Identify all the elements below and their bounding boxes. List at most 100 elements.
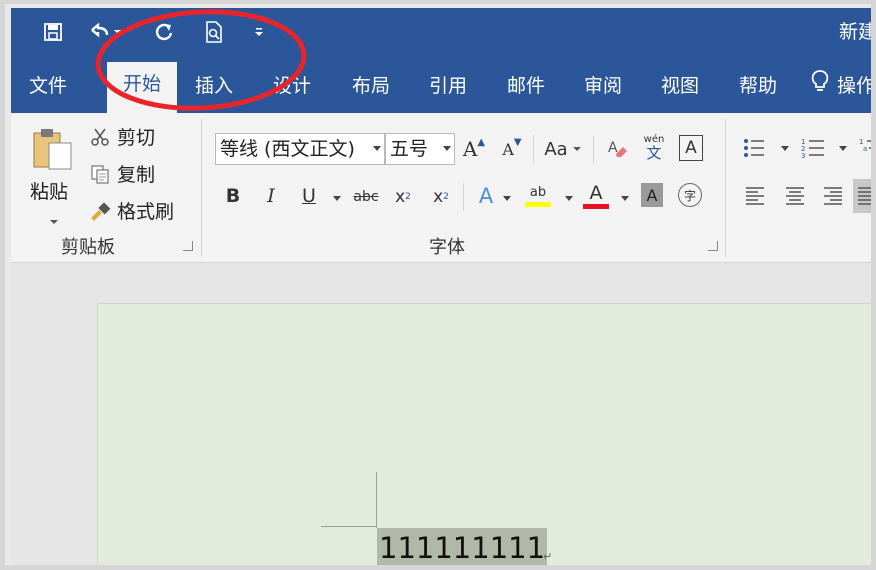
- tab-view[interactable]: 视图: [661, 68, 699, 113]
- selected-text[interactable]: 111111111: [377, 528, 548, 565]
- align-center-icon[interactable]: [785, 185, 805, 209]
- tab-layout[interactable]: 布局: [352, 68, 390, 113]
- text-effects-button[interactable]: A: [473, 181, 499, 211]
- underline-button[interactable]: U: [297, 181, 321, 211]
- document-page[interactable]: 111111111 ↵: [97, 303, 871, 565]
- font-divider: [533, 135, 534, 163]
- tab-review[interactable]: 审阅: [584, 68, 622, 113]
- tab-insert[interactable]: 插入: [195, 68, 233, 113]
- svg-text:a: a: [863, 145, 867, 153]
- numbering-icon[interactable]: 123: [801, 137, 825, 163]
- cut-button[interactable]: 剪切: [89, 123, 155, 150]
- format-painter-button[interactable]: 格式刷: [89, 197, 174, 224]
- font-name-combo[interactable]: 等线 (西文正文): [215, 133, 385, 165]
- clipboard-group-label: 剪贴板: [61, 237, 115, 258]
- character-border-icon: A: [685, 138, 697, 158]
- tab-references[interactable]: 引用: [429, 68, 467, 113]
- font-divider-3: [463, 183, 464, 211]
- subscript-x: x: [395, 187, 406, 207]
- ribbon-tabs: 文件 开始 插入 设计 布局 引用 邮件 审阅 视图 帮助 操作: [11, 58, 876, 113]
- paste-dropdown-icon[interactable]: [49, 211, 59, 230]
- tab-home[interactable]: 开始: [107, 62, 178, 113]
- save-icon[interactable]: [39, 18, 67, 46]
- paintbrush-icon: [89, 200, 111, 222]
- bullets-icon[interactable]: [743, 137, 765, 163]
- italic-button[interactable]: I: [259, 181, 283, 211]
- superscript-button[interactable]: x2: [429, 183, 453, 211]
- highlight-color-bar: [525, 201, 551, 207]
- font-color-bar: [583, 203, 609, 209]
- clipboard-launcher-icon[interactable]: [183, 241, 193, 251]
- justify-icon[interactable]: [853, 179, 871, 213]
- text-effects-dropdown-icon[interactable]: [503, 196, 511, 201]
- font-color-icon: A: [589, 181, 603, 204]
- numbering-dropdown-icon[interactable]: [839, 146, 847, 151]
- character-border-button[interactable]: A: [679, 135, 703, 161]
- tab-help[interactable]: 帮助: [739, 68, 777, 113]
- grow-font-button[interactable]: A ▲: [461, 135, 487, 163]
- font-launcher-icon[interactable]: [708, 241, 718, 251]
- shrink-font-icon: A: [502, 139, 514, 159]
- paste-button[interactable]: 粘贴: [30, 177, 68, 204]
- align-right-icon[interactable]: [823, 185, 843, 209]
- ribbon-home: 粘贴 剪切 复制 格式刷 剪贴板 等线 (西文正文) 五号 A ▲ A ▼ Aa…: [11, 113, 871, 263]
- font-divider-2: [593, 135, 594, 163]
- strikethrough-button[interactable]: abc: [351, 183, 381, 211]
- paste-icon[interactable]: [29, 125, 77, 171]
- word-window: 新建 文件 开始 插入 设计 布局 引用 邮件 审阅 视图 帮助 操作 粘贴 剪…: [0, 0, 876, 570]
- scissors-icon: [89, 126, 111, 148]
- tab-mailings[interactable]: 邮件: [507, 68, 545, 113]
- margin-corner-mark-horizontal: [321, 526, 377, 527]
- change-case-button[interactable]: Aa: [541, 135, 585, 163]
- lightbulb-icon: [811, 69, 829, 105]
- font-size-dropdown-icon[interactable]: [443, 146, 451, 151]
- font-name-value: 等线 (西文正文): [220, 138, 355, 160]
- format-painter-label: 格式刷: [117, 201, 175, 223]
- grow-font-icon: A: [462, 137, 478, 161]
- clear-formatting-icon[interactable]: A: [603, 133, 631, 163]
- margin-corner-mark-vertical: [376, 472, 377, 528]
- redo-icon[interactable]: [150, 18, 178, 46]
- font-size-combo[interactable]: 五号: [385, 133, 455, 165]
- group-divider: [201, 119, 202, 257]
- tab-design[interactable]: 设计: [273, 68, 311, 113]
- font-color-button[interactable]: A: [581, 179, 611, 211]
- multilevel-list-icon[interactable]: 1a: [859, 137, 871, 163]
- align-left-icon[interactable]: [745, 185, 765, 209]
- phonetic-guide-button[interactable]: wén 文: [639, 131, 669, 165]
- superscript-x: x: [433, 187, 444, 207]
- customize-qat-icon[interactable]: [249, 18, 269, 46]
- font-size-value: 五号: [390, 138, 429, 160]
- group-divider-2: [725, 119, 726, 257]
- underline-dropdown-icon[interactable]: [333, 196, 341, 201]
- font-color-dropdown-icon[interactable]: [621, 196, 629, 201]
- tell-me-label: 操作: [837, 75, 876, 97]
- undo-dropdown-icon[interactable]: [111, 18, 125, 46]
- copy-button[interactable]: 复制: [89, 160, 155, 187]
- character-shading-button[interactable]: A: [641, 183, 663, 207]
- font-name-dropdown-icon[interactable]: [373, 146, 381, 151]
- highlight-dropdown-icon[interactable]: [565, 196, 573, 201]
- highlight-icon: ab: [529, 184, 547, 200]
- change-case-icon: Aa: [544, 138, 568, 160]
- quick-access-toolbar: 新建: [11, 8, 871, 58]
- tell-me-box[interactable]: 操作: [811, 68, 876, 113]
- highlight-button[interactable]: ab: [523, 179, 553, 211]
- print-preview-icon[interactable]: [200, 18, 228, 46]
- subscript-button[interactable]: x2: [391, 183, 415, 211]
- bold-button[interactable]: B: [221, 181, 245, 211]
- shrink-font-button[interactable]: A ▼: [499, 135, 525, 163]
- subscript-2: 2: [405, 192, 411, 202]
- copy-label: 复制: [117, 164, 156, 186]
- enclose-characters-button[interactable]: 字: [678, 183, 702, 207]
- phonetic-guide-bottom: 文: [646, 144, 662, 162]
- bullets-dropdown-icon[interactable]: [781, 146, 789, 151]
- font-group-label: 字体: [429, 237, 465, 258]
- undo-icon[interactable]: [85, 18, 113, 46]
- document-workspace: 111111111 ↵: [11, 263, 871, 565]
- svg-text:3: 3: [801, 152, 805, 159]
- copy-icon: [89, 163, 111, 185]
- cut-label: 剪切: [117, 127, 156, 149]
- tab-file[interactable]: 文件: [29, 68, 67, 113]
- paragraph-mark: ↵: [543, 550, 553, 563]
